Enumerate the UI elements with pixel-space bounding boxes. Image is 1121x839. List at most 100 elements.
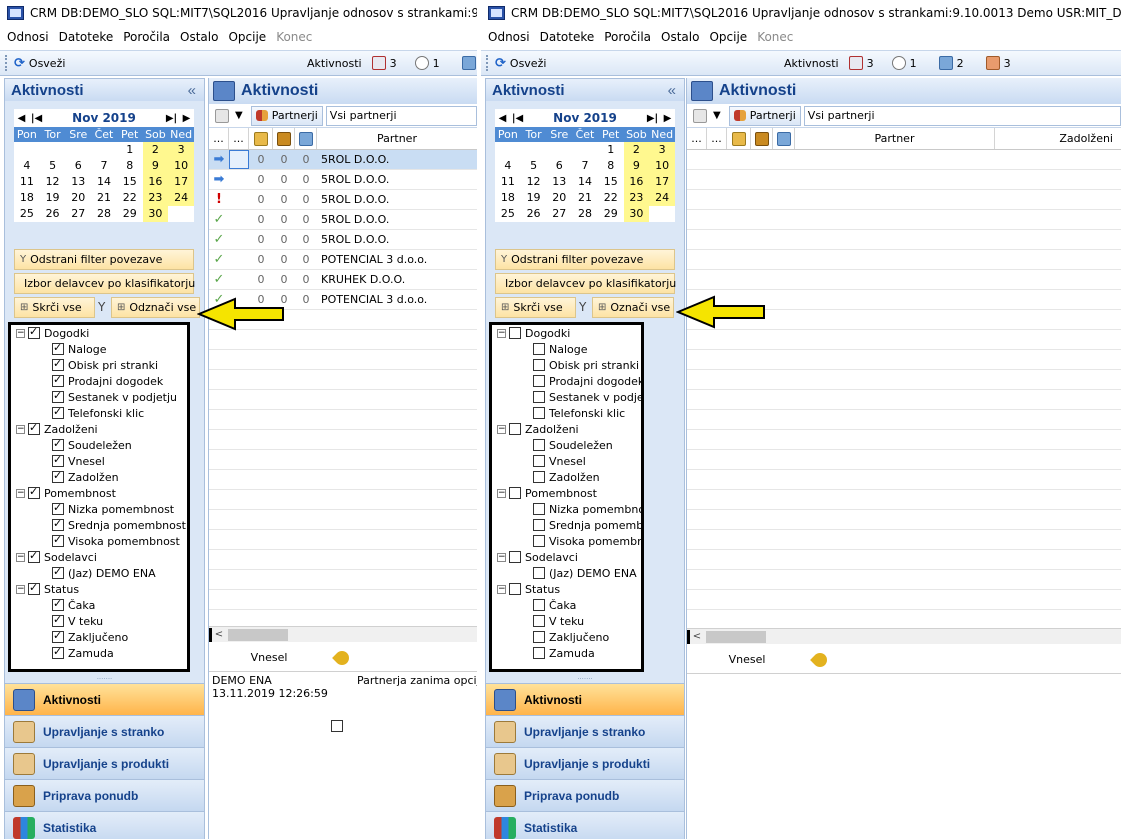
menu-opcije[interactable]: Opcije [228,30,266,44]
calendar-day[interactable]: 30 [142,206,169,222]
tree-checkbox[interactable] [52,453,64,467]
tree-checkbox[interactable] [533,535,545,547]
calendar-day[interactable]: 17 [168,174,194,190]
calendar-day[interactable]: 7 [572,158,598,174]
menu-konec[interactable]: Konec [757,30,793,44]
calendar-day[interactable]: 18 [495,190,521,206]
tree-item[interactable]: Zamuda [492,645,641,661]
scroll-thumb[interactable] [228,628,288,641]
tree-item[interactable]: Obisk pri stranki [492,357,641,373]
tree-item[interactable]: Nizka pomembnost [11,501,187,517]
toolbar-grip[interactable] [486,55,489,71]
calendar-day[interactable]: 5 [521,158,547,174]
refresh-icon[interactable]: ⟳ [495,56,506,71]
calendar-day[interactable]: 10 [168,158,194,174]
collapse-panel-button[interactable]: « [668,82,676,99]
tree-item[interactable]: Zadolžen [492,469,641,485]
note-icon[interactable] [773,128,795,149]
table-row[interactable]: ➡ 0 0 0 5ROL D.O.O. [209,170,477,190]
tree-group[interactable]: − Sodelavci [11,549,187,565]
calendar-day[interactable]: 1 [117,142,143,158]
filter-icon[interactable]: Y [579,300,586,314]
tree-checkbox[interactable] [533,343,545,355]
table-row[interactable]: ➡ 0 0 0 5ROL D.O.O. [209,150,477,170]
nav-priprava-ponudb[interactable]: Priprava ponudb [5,779,204,811]
scroll-left-icon[interactable]: < [690,631,704,642]
menu-porocila[interactable]: Poročila [604,30,651,44]
collapse-node-icon[interactable]: − [497,488,506,498]
tree-checkbox[interactable] [28,549,40,563]
calendar-day[interactable]: 29 [117,206,143,222]
calendar-day[interactable]: 5 [40,158,66,174]
prev-month-icon[interactable]: |◀ [29,113,44,124]
calendar-day[interactable]: 28 [572,206,598,222]
calendar-day[interactable]: 24 [168,190,194,206]
tree-checkbox[interactable] [533,599,545,611]
table-row[interactable]: ! 0 0 0 5ROL D.O.O. [209,190,477,210]
menu-ostalo[interactable]: Ostalo [180,30,218,44]
collapse-panel-button[interactable]: « [188,82,196,99]
calendar-day[interactable]: 12 [40,174,66,190]
prev-month-icon[interactable]: |◀ [510,113,525,124]
nav-upravljanje-s-produkti[interactable]: Upravljanje s produkti [5,747,204,779]
table-row[interactable]: ✓ 0 0 0 KRUHEK D.O.O. [209,270,477,290]
tree-item[interactable]: Telefonski klic [492,405,641,421]
box-icon[interactable] [751,128,773,149]
tree-checkbox[interactable] [52,389,64,403]
tree-group[interactable]: − Pomembnost [492,485,641,501]
calendar-day[interactable]: 15 [117,174,143,190]
tree-item[interactable]: (Jaz) DEMO ENA [11,565,187,581]
tree-checkbox[interactable] [509,583,521,595]
calendar-month[interactable]: Nov 2019 [44,111,164,125]
toolbar-grip[interactable] [5,55,8,71]
menu-datoteke[interactable]: Datoteke [59,30,114,44]
cell-partner[interactable]: KRUHEK D.O.O. [317,270,477,289]
prev-year-icon[interactable]: ◀ [14,113,29,124]
col-dots[interactable]: ... [707,128,727,149]
tree-checkbox[interactable] [533,439,545,451]
nav-statistika[interactable]: Statistika [5,811,204,839]
menu-konec[interactable]: Konec [276,30,312,44]
calendar-day[interactable]: 22 [598,190,624,206]
calendar-day[interactable]: 21 [572,190,598,206]
tree-item[interactable]: Zamuda [11,645,187,661]
select-workers-button[interactable]: Izbor delavcev po klasifikatorju [495,273,676,294]
collapse-all-button[interactable]: ⊞ Skrči vse [495,297,576,318]
next-year-icon[interactable]: ▶ [660,113,675,124]
tree-item[interactable]: Zaključeno [11,629,187,645]
tree-checkbox[interactable] [52,533,64,547]
calendar-day[interactable]: 13 [65,174,91,190]
calendar-day[interactable]: 18 [14,190,40,206]
calendar-day[interactable]: 20 [546,190,572,206]
mail-icon[interactable] [938,56,953,70]
tree-checkbox[interactable] [533,519,545,531]
tree-checkbox[interactable] [52,405,64,419]
calendar-day[interactable]: 4 [14,158,40,174]
calendar-day[interactable]: 12 [521,174,547,190]
calendar-day[interactable]: 3 [649,142,675,158]
refresh-button[interactable]: Osveži [510,57,547,70]
col-partner[interactable]: Partner [317,128,477,149]
col-assigned[interactable]: Zadolženi [995,128,1121,149]
tree-group[interactable]: − Dogodki [11,325,187,341]
calendar-day[interactable]: 23 [623,190,650,206]
calendar-day[interactable]: 29 [598,206,624,222]
menu-odnosi[interactable]: Odnosi [7,30,49,44]
horizontal-scrollbar[interactable]: < [209,626,477,642]
tree-checkbox[interactable] [533,455,545,467]
tree-item[interactable]: Zadolžen [11,469,187,485]
refresh-button[interactable]: Osveži [29,57,66,70]
tree-checkbox[interactable] [52,501,64,515]
collapse-node-icon[interactable]: − [497,424,506,434]
key-icon[interactable] [332,647,352,668]
tree-item[interactable]: Srednja pomembnost [11,517,187,533]
menu-ostalo[interactable]: Ostalo [661,30,699,44]
nav-aktivnosti[interactable]: Aktivnosti [486,683,684,715]
partners-value[interactable]: Vsi partnerji [803,105,1121,126]
collapse-node-icon[interactable]: − [16,552,25,562]
tree-item[interactable]: Srednja pomembnost [492,517,641,533]
nav-aktivnosti[interactable]: Aktivnosti [5,683,204,715]
calendar-day[interactable]: 27 [65,206,91,222]
calendar-day[interactable]: 4 [495,158,521,174]
calendar-day[interactable]: 21 [91,190,117,206]
